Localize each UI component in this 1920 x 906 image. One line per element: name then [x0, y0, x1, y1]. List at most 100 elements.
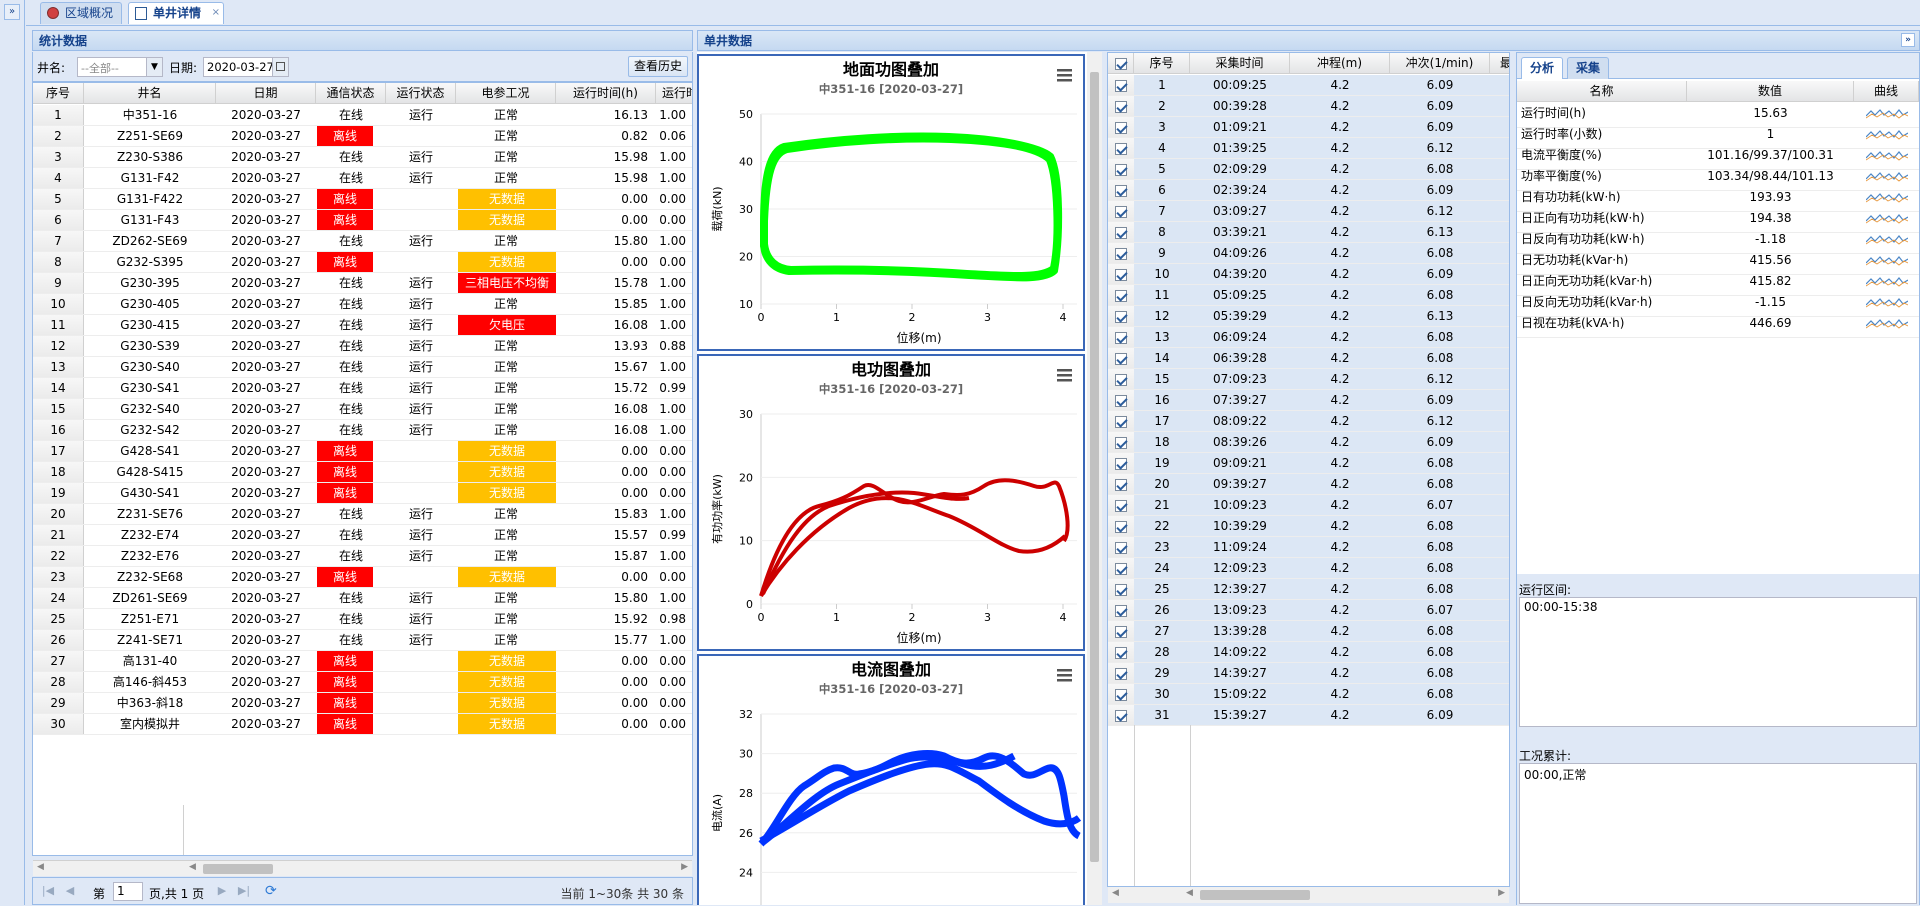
table-row[interactable]: 19 G430-S41 2020-03-27 离线 无数据 0.00 0.00	[33, 483, 692, 504]
col-header[interactable]: 运行时间(h)	[556, 83, 656, 103]
row-checkbox[interactable]	[1108, 432, 1134, 452]
table-row[interactable]: 8 G232-S395 2020-03-27 离线 无数据 0.00 0.00	[33, 252, 692, 273]
sample-row[interactable]: 19 09:09:21 4.2 6.08	[1108, 453, 1509, 474]
sample-row[interactable]: 18 08:39:26 4.2 6.09	[1108, 432, 1509, 453]
row-checkbox[interactable]	[1108, 600, 1134, 620]
row-checkbox[interactable]	[1108, 453, 1134, 473]
col-header[interactable]: 运行时率(小	[656, 83, 692, 103]
row-checkbox[interactable]	[1108, 516, 1134, 536]
row-checkbox[interactable]	[1108, 243, 1134, 263]
table-row[interactable]: 9 G230-395 2020-03-27 在线 运行 三相电压不均衡 15.78 1.00	[33, 273, 692, 294]
row-checkbox[interactable]	[1108, 411, 1134, 431]
view-history-button[interactable]: 查看历史	[628, 56, 688, 77]
sample-row[interactable]: 7 03:09:27 4.2 6.12	[1108, 201, 1509, 222]
sample-row[interactable]: 12 05:39:29 4.2 6.13	[1108, 306, 1509, 327]
table-row[interactable]: 30 室内模拟井 2020-03-27 离线 无数据 0.00 0.00	[33, 714, 692, 735]
table-row[interactable]: 26 Z241-SE71 2020-03-27 在线 运行 正常 15.77 1.00	[33, 630, 692, 651]
sample-row[interactable]: 11 05:09:25 4.2 6.08	[1108, 285, 1509, 306]
condition-textarea[interactable]: 00:00,正常	[1519, 763, 1917, 904]
table-row[interactable]: 25 Z251-E71 2020-03-27 在线 运行 正常 15.92 0.98	[33, 609, 692, 630]
sparkline-icon[interactable]	[1854, 145, 1919, 165]
table-row[interactable]: 16 G232-S42 2020-03-27 在线 运行 正常 16.08 1.00	[33, 420, 692, 441]
col-header[interactable]: 数值	[1687, 81, 1854, 101]
row-checkbox[interactable]	[1108, 180, 1134, 200]
date-field[interactable]: 2020-03-27	[203, 57, 289, 77]
page-number-input[interactable]: 1	[113, 882, 143, 901]
col-header[interactable]: 通信状态	[316, 83, 386, 103]
chart-menu-icon[interactable]	[1057, 69, 1072, 82]
select-all-checkbox[interactable]	[1108, 53, 1134, 73]
row-checkbox[interactable]	[1108, 705, 1134, 725]
row-checkbox[interactable]	[1108, 327, 1134, 347]
next-page-icon[interactable]: ▶	[215, 884, 229, 898]
row-checkbox[interactable]	[1108, 117, 1134, 137]
sparkline-icon[interactable]	[1854, 271, 1919, 291]
sample-row[interactable]: 5 02:09:29 4.2 6.08	[1108, 159, 1509, 180]
table-row[interactable]: 28 高146-斜453 2020-03-27 离线 无数据 0.00 0.00	[33, 672, 692, 693]
samples-hscroll[interactable]: ◀ ◀ ▶	[1108, 887, 1509, 903]
collapse-right-icon[interactable]: »	[1901, 33, 1915, 47]
table-row[interactable]: 3 Z230-S386 2020-03-27 在线 运行 正常 15.98 1.00	[33, 147, 692, 168]
col-header[interactable]: 冲程(m)	[1290, 53, 1390, 73]
chart-menu-icon[interactable]	[1057, 669, 1072, 682]
row-checkbox[interactable]	[1108, 75, 1134, 95]
col-header[interactable]: 最	[1490, 53, 1509, 73]
row-checkbox[interactable]	[1108, 201, 1134, 221]
sample-row[interactable]: 25 12:39:27 4.2 6.08	[1108, 579, 1509, 600]
sample-row[interactable]: 22 10:39:29 4.2 6.08	[1108, 516, 1509, 537]
run-interval-textarea[interactable]: 00:00-15:38	[1519, 597, 1917, 727]
close-icon[interactable]: ×	[212, 3, 220, 23]
row-checkbox[interactable]	[1108, 306, 1134, 326]
row-checkbox[interactable]	[1108, 558, 1134, 578]
sample-row[interactable]: 17 08:09:22 4.2 6.12	[1108, 411, 1509, 432]
table-row[interactable]: 13 G230-S40 2020-03-27 在线 运行 正常 15.67 1.00	[33, 357, 692, 378]
table-row[interactable]: 15 G232-S40 2020-03-27 在线 运行 正常 16.08 1.00	[33, 399, 692, 420]
sample-row[interactable]: 30 15:09:22 4.2 6.08	[1108, 684, 1509, 705]
sample-row[interactable]: 13 06:09:24 4.2 6.08	[1108, 327, 1509, 348]
sparkline-icon[interactable]	[1854, 103, 1919, 123]
sample-row[interactable]: 15 07:09:23 4.2 6.12	[1108, 369, 1509, 390]
sample-row[interactable]: 9 04:09:26 4.2 6.08	[1108, 243, 1509, 264]
table-row[interactable]: 7 ZD262-SE69 2020-03-27 在线 运行 正常 15.80 1.00	[33, 231, 692, 252]
well-filter-select[interactable]: --全部-- ▼	[77, 57, 163, 77]
sample-row[interactable]: 24 12:09:23 4.2 6.08	[1108, 558, 1509, 579]
row-checkbox[interactable]	[1108, 663, 1134, 683]
sparkline-icon[interactable]	[1854, 166, 1919, 186]
sample-row[interactable]: 26 13:09:23 4.2 6.07	[1108, 600, 1509, 621]
col-header[interactable]: 电参工况	[456, 83, 556, 103]
table-row[interactable]: 12 G230-S39 2020-03-27 在线 运行 正常 13.93 0.88	[33, 336, 692, 357]
table-row[interactable]: 21 Z232-E74 2020-03-27 在线 运行 正常 15.57 0.99	[33, 525, 692, 546]
col-header[interactable]: 序号	[33, 83, 84, 103]
row-checkbox[interactable]	[1108, 642, 1134, 662]
sample-row[interactable]: 4 01:39:25 4.2 6.12	[1108, 138, 1509, 159]
col-header[interactable]: 冲次(1/min)	[1390, 53, 1490, 73]
tab-analysis[interactable]: 分析	[1521, 57, 1563, 79]
last-page-icon[interactable]: ▶|	[237, 884, 251, 898]
table-row[interactable]: 5 G131-F422 2020-03-27 离线 无数据 0.00 0.00	[33, 189, 692, 210]
sample-row[interactable]: 28 14:09:22 4.2 6.08	[1108, 642, 1509, 663]
table-row[interactable]: 1 中351-16 2020-03-27 在线 运行 正常 16.13 1.00	[33, 105, 692, 126]
sample-row[interactable]: 23 11:09:24 4.2 6.08	[1108, 537, 1509, 558]
row-checkbox[interactable]	[1108, 264, 1134, 284]
row-checkbox[interactable]	[1108, 684, 1134, 704]
sample-row[interactable]: 8 03:39:21 4.2 6.13	[1108, 222, 1509, 243]
table-row[interactable]: 27 高131-40 2020-03-27 离线 无数据 0.00 0.00	[33, 651, 692, 672]
analysis-row[interactable]: 日视在功耗(kVA·h) 446.69	[1517, 313, 1919, 338]
sample-row[interactable]: 10 04:39:20 4.2 6.09	[1108, 264, 1509, 285]
row-checkbox[interactable]	[1108, 348, 1134, 368]
sample-row[interactable]: 27 13:39:28 4.2 6.08	[1108, 621, 1509, 642]
table-row[interactable]: 29 中363-斜18 2020-03-27 离线 无数据 0.00 0.00	[33, 693, 692, 714]
calendar-icon[interactable]	[272, 58, 288, 76]
sample-row[interactable]: 20 09:39:27 4.2 6.08	[1108, 474, 1509, 495]
table-row[interactable]: 20 Z231-SE76 2020-03-27 在线 运行 正常 15.83 1.00	[33, 504, 692, 525]
col-header[interactable]: 序号	[1134, 53, 1190, 73]
row-checkbox[interactable]	[1108, 222, 1134, 242]
sample-row[interactable]: 6 02:39:24 4.2 6.09	[1108, 180, 1509, 201]
row-checkbox[interactable]	[1108, 537, 1134, 557]
sample-row[interactable]: 14 06:39:28 4.2 6.08	[1108, 348, 1509, 369]
table-row[interactable]: 24 ZD261-SE69 2020-03-27 在线 运行 正常 15.80 1.00	[33, 588, 692, 609]
table-row[interactable]: 17 G428-S41 2020-03-27 离线 无数据 0.00 0.00	[33, 441, 692, 462]
row-checkbox[interactable]	[1108, 621, 1134, 641]
chart-menu-icon[interactable]	[1057, 369, 1072, 382]
first-page-icon[interactable]: |◀	[41, 884, 55, 898]
